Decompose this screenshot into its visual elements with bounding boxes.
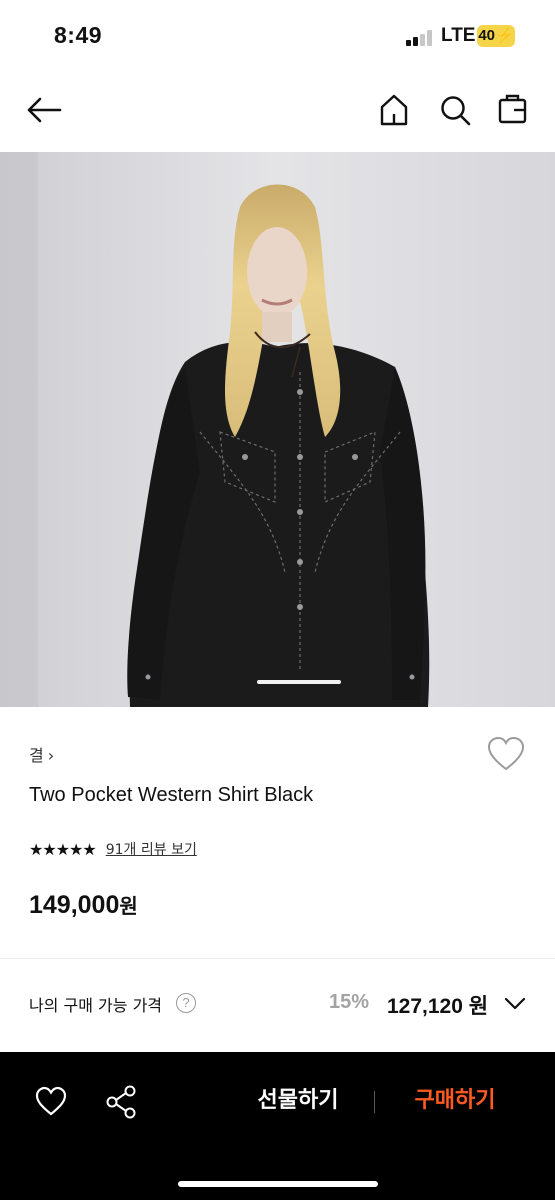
- gift-button[interactable]: 선물하기: [238, 1082, 358, 1120]
- product-price: 149,000원: [29, 890, 138, 920]
- price-unit: 원: [119, 896, 138, 918]
- home-indicator: [178, 1181, 378, 1187]
- status-time: 8:49: [54, 22, 103, 48]
- product-photo: [0, 152, 555, 707]
- separator: [374, 1091, 375, 1113]
- back-arrow-icon[interactable]: [24, 92, 64, 128]
- product-title: Two Pocket Western Shirt Black: [29, 784, 314, 806]
- price-value: 149,000: [29, 891, 120, 919]
- star-rating-icon: ★★★★★: [29, 839, 97, 859]
- share-icon[interactable]: [104, 1084, 138, 1120]
- top-nav: [0, 72, 555, 152]
- chevron-right-icon: ›: [47, 746, 55, 765]
- chevron-down-icon[interactable]: [503, 992, 527, 1016]
- discount-rate: 15%: [329, 991, 370, 1013]
- shopping-bag-icon[interactable]: [495, 90, 531, 126]
- search-icon[interactable]: [437, 92, 473, 128]
- review-link[interactable]: 91개 리뷰 보기: [106, 839, 197, 859]
- product-image[interactable]: [0, 152, 555, 707]
- my-price-label: 나의 구매 가능 가격: [29, 996, 163, 1015]
- buy-button[interactable]: 구매하기: [395, 1082, 515, 1120]
- brand-link[interactable]: 결 ›: [29, 742, 54, 766]
- network-label: LTE: [441, 25, 476, 46]
- home-icon[interactable]: [376, 92, 412, 128]
- my-price-value: 127,120 원: [387, 995, 489, 1018]
- battery-level: 40: [478, 27, 495, 44]
- my-price-row[interactable]: 나의 구매 가능 가격 ? 15% 127,120 원: [0, 959, 555, 1049]
- rating-row: ★★★★★ 91개 리뷰 보기: [29, 838, 197, 860]
- battery-icon: 40⚡: [477, 25, 515, 47]
- help-icon[interactable]: ?: [176, 993, 196, 1013]
- cellular-signal-icon: [406, 30, 434, 46]
- carousel-indicator: [257, 680, 341, 684]
- heart-icon[interactable]: [34, 1085, 68, 1119]
- heart-icon[interactable]: [486, 735, 526, 773]
- status-bar: 8:49 LTE 40⚡: [0, 0, 555, 72]
- bottom-action-bar: 선물하기 구매하기: [0, 1052, 555, 1200]
- brand-name: 결: [29, 746, 44, 765]
